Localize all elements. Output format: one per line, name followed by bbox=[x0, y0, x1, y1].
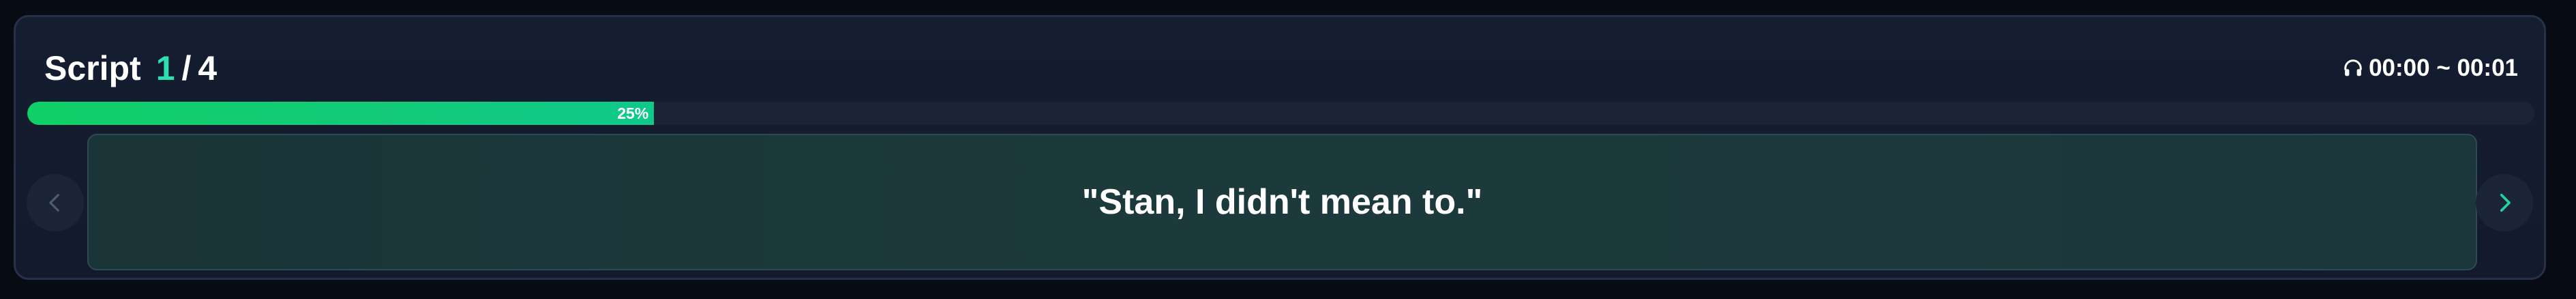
progress-label: 25% bbox=[617, 104, 649, 122]
next-button[interactable] bbox=[2476, 174, 2533, 231]
progress-bar: 25% bbox=[27, 102, 2534, 125]
time-range-text: 00:00 ~ 00:01 bbox=[2369, 55, 2518, 81]
script-title: Script 1 / 4 bbox=[44, 44, 217, 92]
script-line-card: "Stan, I didn't mean to." bbox=[87, 134, 2477, 270]
headphones-icon bbox=[2344, 59, 2362, 76]
progress-fill: 25% bbox=[27, 102, 655, 125]
script-line-text: "Stan, I didn't mean to." bbox=[1081, 182, 1483, 222]
script-panel: Script 1 / 4 00:00 ~ 00:01 25% "Stan, I … bbox=[14, 15, 2546, 280]
total-script-count: 4 bbox=[198, 49, 218, 87]
time-range: 00:00 ~ 00:01 bbox=[2343, 50, 2518, 87]
current-script-index: 1 bbox=[155, 49, 175, 87]
chevron-right-icon bbox=[2500, 193, 2511, 212]
script-label: Script bbox=[44, 49, 141, 87]
previous-button[interactable] bbox=[27, 174, 84, 231]
chevron-left-icon bbox=[49, 194, 59, 212]
script-index-separator: / bbox=[181, 49, 192, 87]
